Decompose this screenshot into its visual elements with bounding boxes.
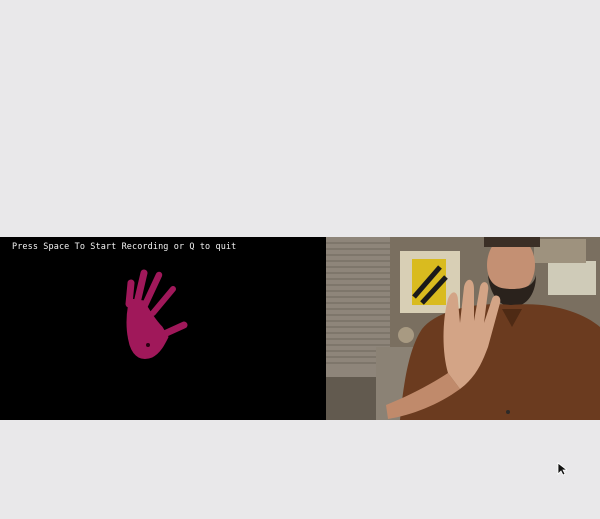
- gesture-recorder-window: Press Space To Start Recording or Q to q…: [0, 237, 600, 420]
- webcam-scene: [326, 237, 600, 420]
- webcam-feed: [326, 237, 600, 420]
- mouse-pointer-icon: [557, 462, 567, 476]
- instruction-text: Press Space To Start Recording or Q to q…: [12, 242, 237, 252]
- hand-mask-silhouette: [125, 269, 188, 359]
- hand-mask-panel: Press Space To Start Recording or Q to q…: [0, 237, 326, 420]
